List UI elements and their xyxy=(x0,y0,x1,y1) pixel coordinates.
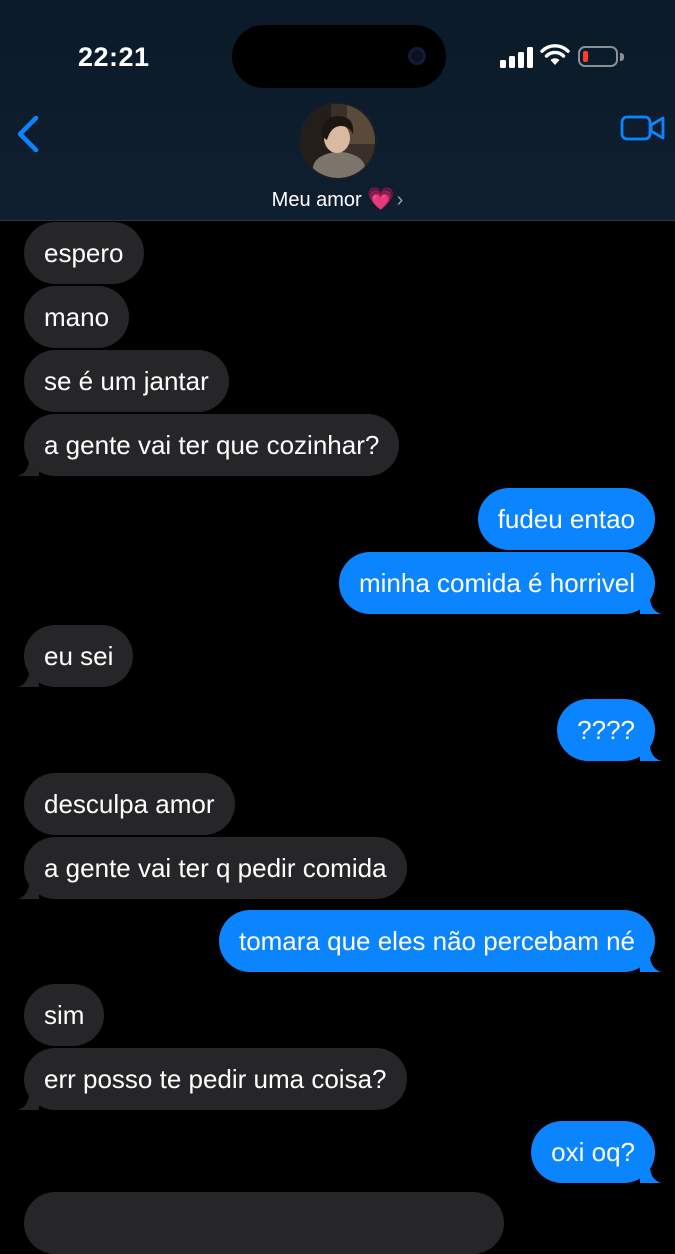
contact-avatar[interactable] xyxy=(301,104,375,178)
message-bubble-incoming[interactable]: se é um jantar xyxy=(24,350,229,412)
cellular-signal-icon xyxy=(500,46,534,68)
message-bubble-incoming[interactable]: a gente vai ter q pedir comida xyxy=(17,837,407,899)
message-bubble-outgoing[interactable]: ???? xyxy=(557,699,662,761)
message-text: ???? xyxy=(577,715,635,745)
battery-icon xyxy=(578,46,618,67)
message-text: err posso te pedir uma coisa? xyxy=(44,1064,387,1094)
message-bubble-incoming[interactable]: mano xyxy=(24,286,130,348)
contact-name-button[interactable]: Meu amor 💗 › xyxy=(0,186,675,212)
message-bubble-incoming[interactable]: a gente vai ter que cozinhar? xyxy=(17,414,400,476)
message-text: minha comida é horrivel xyxy=(358,568,635,598)
battery-cap xyxy=(620,53,624,61)
conversation-header: 22:21 Meu amor 💗 › xyxy=(0,0,675,221)
message-bubble-outgoing[interactable]: tomara que eles não percebam né xyxy=(218,910,662,972)
dynamic-island xyxy=(232,25,446,88)
message-bubble-incoming-partial[interactable] xyxy=(24,1192,504,1254)
message-bubble-incoming[interactable]: desculpa amor xyxy=(24,773,235,835)
bubble-tail xyxy=(640,1169,662,1183)
message-text: sim xyxy=(44,1000,85,1030)
bubble-tail xyxy=(640,958,662,972)
avatar-photo xyxy=(301,104,375,178)
message-bubble-incoming[interactable]: sim xyxy=(24,984,105,1046)
bubble-tail xyxy=(17,885,39,899)
message-text: a gente vai ter q pedir comida xyxy=(44,853,387,883)
bubble-tail xyxy=(17,462,39,476)
message-bubble-outgoing[interactable]: minha comida é horrivel xyxy=(338,552,662,614)
message-bubble-outgoing[interactable]: oxi oq? xyxy=(531,1121,662,1183)
status-time: 22:21 xyxy=(78,42,150,72)
message-text: se é um jantar xyxy=(44,366,209,396)
bubble-tail xyxy=(17,673,39,687)
heart-emoji: 💗 xyxy=(367,186,395,211)
message-text: a gente vai ter que cozinhar? xyxy=(44,430,380,460)
message-text: fudeu entao xyxy=(497,504,635,534)
message-text: eu sei xyxy=(44,641,114,671)
message-text: tomara que eles não percebam né xyxy=(238,926,635,956)
message-text: mano xyxy=(44,302,110,332)
contact-name: Meu amor xyxy=(271,189,362,211)
message-text: espero xyxy=(44,238,124,268)
bubble-tail xyxy=(17,1096,39,1110)
bubble-tail xyxy=(640,747,662,761)
message-bubble-outgoing[interactable]: fudeu entao xyxy=(477,488,655,550)
message-bubble-incoming[interactable]: eu sei xyxy=(17,625,134,687)
message-bubble-incoming[interactable]: err posso te pedir uma coisa? xyxy=(17,1048,407,1110)
wifi-icon xyxy=(540,44,570,65)
bubble-tail xyxy=(640,600,662,614)
video-call-icon[interactable] xyxy=(620,113,666,143)
message-text: desculpa amor xyxy=(44,789,215,819)
battery-level xyxy=(583,51,588,62)
message-text: oxi oq? xyxy=(551,1137,635,1167)
front-camera-icon xyxy=(408,47,426,65)
chevron-right-icon: › xyxy=(396,189,404,211)
message-bubble-incoming[interactable]: espero xyxy=(24,222,144,284)
back-chevron-icon[interactable] xyxy=(10,110,50,158)
